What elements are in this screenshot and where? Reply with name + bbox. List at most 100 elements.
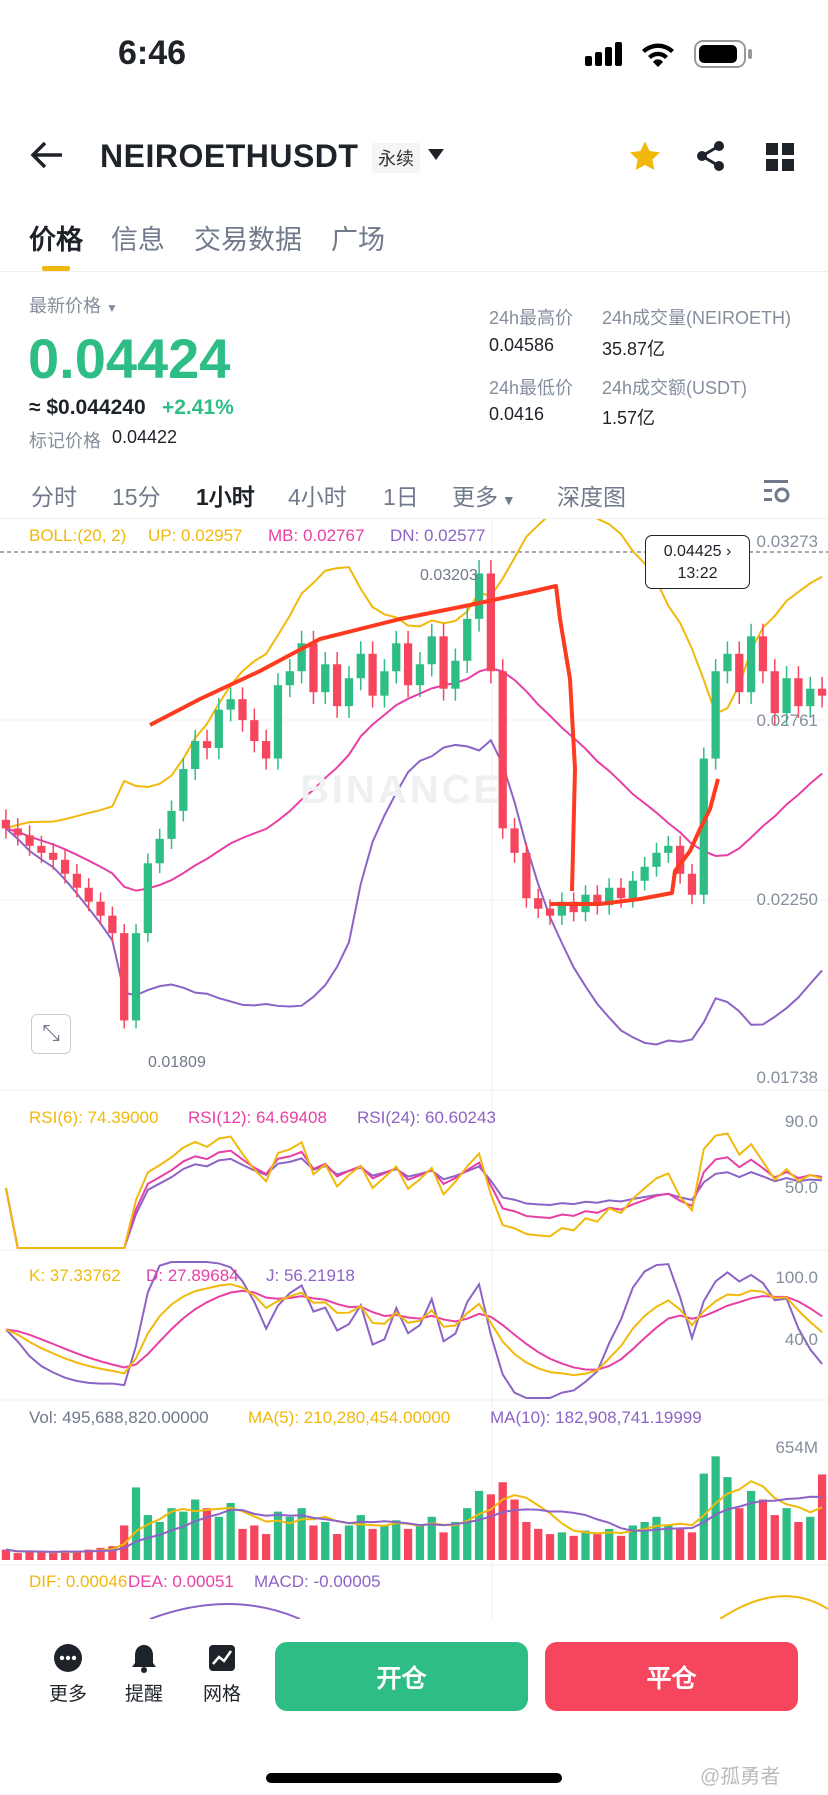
candle-body	[723, 653, 732, 672]
alert-label: 提醒	[124, 1684, 163, 1705]
candle-body	[735, 653, 744, 693]
volume-bar	[758, 1499, 768, 1560]
volume-bar	[817, 1474, 827, 1560]
more-button[interactable]: 更多	[38, 1643, 98, 1706]
volume-bar	[510, 1499, 519, 1560]
back-arrow-icon[interactable]	[30, 140, 64, 175]
volume-bar	[332, 1534, 342, 1560]
alert-button[interactable]: 提醒	[114, 1643, 174, 1706]
candle-body	[273, 685, 283, 759]
more-label: 更多	[48, 1684, 87, 1705]
symbol-title[interactable]: NEIROETHUSDT	[100, 138, 358, 175]
symbol-dropdown-icon[interactable]	[428, 148, 444, 166]
volume-bar	[191, 1499, 200, 1560]
mark-price-label: 标记价格	[29, 431, 101, 451]
dropdown-icon: ▼	[498, 492, 516, 508]
volume-bar	[392, 1520, 401, 1560]
volume-bar	[439, 1532, 448, 1560]
latest-price-label[interactable]: 最新价格 ▼	[29, 292, 118, 318]
candle-body	[522, 852, 531, 899]
interval-time[interactable]: 分时	[31, 478, 77, 512]
open-position-button[interactable]: 开仓	[275, 1642, 528, 1711]
interval-15m[interactable]: 15分	[112, 478, 161, 512]
candle-body	[262, 741, 271, 759]
boll-legend-mb: MB: 0.02767	[268, 526, 365, 545]
volume-bar	[403, 1528, 413, 1560]
tab-info[interactable]: 信息	[111, 218, 165, 257]
low-value: 0.0416	[489, 404, 545, 424]
volume-bar	[273, 1511, 283, 1560]
volume-bar	[593, 1534, 602, 1560]
volume-bar	[522, 1521, 531, 1560]
share-icon[interactable]	[696, 140, 726, 177]
candle-body	[84, 887, 93, 902]
candle-body	[463, 618, 472, 661]
candle-body	[332, 664, 342, 707]
volume-bar	[664, 1525, 673, 1560]
dropdown-icon: ▼	[106, 301, 118, 315]
volume-bar	[545, 1534, 555, 1560]
volume-bar	[451, 1521, 460, 1560]
tab-square[interactable]: 广场	[331, 218, 385, 257]
candle-body	[96, 901, 105, 916]
chart-settings-icon[interactable]	[764, 480, 790, 509]
volume-bar	[687, 1532, 697, 1560]
interval-1h[interactable]: 1小时	[196, 478, 255, 512]
price-axis-label: 0.02761	[756, 711, 818, 730]
volume-bar	[131, 1487, 141, 1560]
vol-axis-label: 654M	[775, 1438, 818, 1457]
price-axis-label: 0.03273	[756, 532, 818, 551]
volume-bar	[569, 1535, 578, 1560]
candle-body	[356, 653, 365, 679]
high-marker: 0.03203	[420, 567, 478, 584]
candle-body	[1, 819, 11, 829]
volume-bar	[262, 1534, 271, 1560]
candle-body	[415, 664, 425, 686]
favorite-star-icon[interactable]	[628, 140, 662, 177]
volume-value: 35.87亿	[602, 339, 666, 359]
candle-body	[155, 838, 164, 864]
depth-chart-tab[interactable]: 深度图	[557, 478, 626, 512]
binance-watermark: BINANCE	[300, 768, 504, 812]
candle-body	[439, 636, 448, 689]
kdj-axis-label: 40.0	[784, 1330, 818, 1349]
candle-body	[380, 671, 389, 696]
interval-1d[interactable]: 1日	[383, 478, 419, 512]
candle-body	[451, 660, 460, 689]
fullscreen-expand-icon[interactable]: ⤡	[31, 1014, 71, 1054]
volume-bar	[474, 1490, 484, 1560]
volume-bar	[806, 1516, 815, 1560]
grid-button[interactable]: 网格	[192, 1643, 252, 1706]
candle-body	[143, 863, 152, 934]
low-marker: 0.01809	[148, 1054, 206, 1071]
vol-ma10-legend: MA(10): 182,908,741.19999	[490, 1408, 702, 1427]
interval-more[interactable]: 更多 ▼	[452, 478, 516, 512]
volume-bar	[486, 1494, 496, 1560]
volume-bar	[723, 1477, 732, 1560]
tab-price[interactable]: 价格	[29, 218, 83, 257]
tab-trading-data[interactable]: 交易数据	[194, 218, 302, 257]
interval-4h[interactable]: 4小时	[288, 478, 347, 512]
price-change: +2.41%	[162, 396, 234, 419]
volume-bar	[782, 1508, 791, 1560]
volume-bar	[368, 1528, 377, 1560]
price-axis-label: 0.02250	[756, 890, 818, 909]
candle-body	[545, 908, 555, 916]
close-position-button[interactable]: 平仓	[545, 1642, 798, 1711]
volume-bar	[415, 1525, 425, 1560]
kdj-k-legend: K: 37.33762	[29, 1266, 121, 1285]
volume-bar	[309, 1525, 318, 1560]
divider	[0, 271, 828, 272]
candle-body	[37, 845, 46, 853]
candle-body	[806, 688, 815, 707]
candle-body	[758, 636, 768, 672]
candle-body	[486, 573, 496, 672]
volume-bar	[321, 1521, 330, 1560]
kline-chart[interactable]	[0, 519, 828, 1619]
last-price-tag[interactable]: 0.04425 › 13:22	[645, 535, 750, 589]
candle-body	[13, 828, 22, 836]
volume-bar	[179, 1511, 188, 1560]
rsi24-legend: RSI(24): 60.60243	[357, 1108, 496, 1127]
volume-bar	[794, 1521, 803, 1560]
layout-grid-icon[interactable]	[766, 143, 794, 176]
